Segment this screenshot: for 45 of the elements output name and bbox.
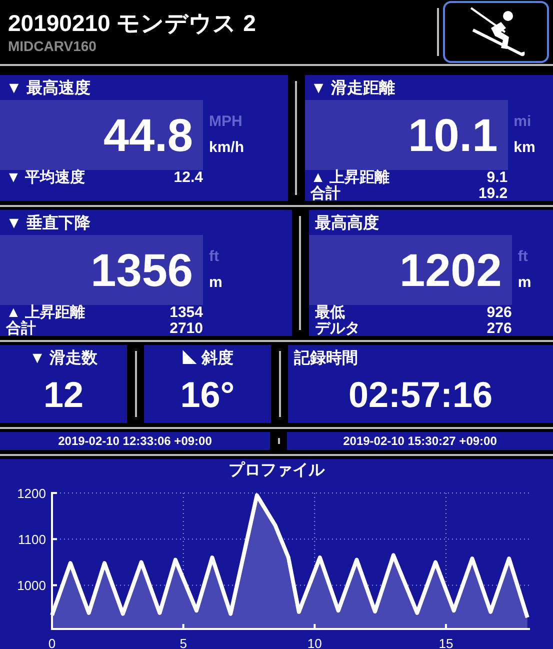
metric-value: 44.8 bbox=[0, 100, 203, 170]
y-tick-label: 1100 bbox=[18, 532, 46, 548]
unit-label[interactable]: km/h bbox=[209, 137, 244, 160]
stat-value: 02:57:16 bbox=[348, 374, 493, 415]
sub-label: 合計 bbox=[310, 186, 341, 201]
sub-value: 1354 bbox=[170, 305, 203, 320]
unit-label[interactable]: km bbox=[514, 137, 536, 160]
stat-value: 12 bbox=[43, 374, 84, 415]
sub-value: 9.1 bbox=[486, 170, 508, 186]
metric-label: ▼ 滑走距離 bbox=[310, 80, 395, 97]
metric-label: ▼ 最高速度 bbox=[6, 80, 90, 97]
metric-label: ▼ 垂直下降 bbox=[6, 215, 90, 232]
ski-mode-button[interactable] bbox=[443, 1, 549, 63]
x-tick-label: 0 bbox=[48, 636, 56, 649]
timestamp: 2019-02-10 12:33:06 +09:00 bbox=[58, 434, 212, 448]
sub-label: 合計 bbox=[6, 320, 36, 336]
x-tick-label: 15 bbox=[438, 636, 454, 649]
sub-label: ▲ 上昇距離 bbox=[310, 170, 390, 186]
metric-value: 1202 bbox=[308, 235, 512, 305]
stat-label: ◣ 斜度 bbox=[181, 350, 234, 367]
timestamp: 2019-02-10 15:30:27 +09:00 bbox=[343, 434, 497, 448]
sub-label: ▼ 平均速度 bbox=[6, 170, 86, 186]
metric-label: 最高高度 bbox=[314, 215, 379, 232]
stat-value: 16° bbox=[180, 374, 235, 415]
device-name: MIDCARV160 bbox=[8, 37, 98, 56]
sub-value: 19.2 bbox=[478, 186, 508, 201]
sub-value: 12.4 bbox=[174, 170, 203, 186]
stat-label: 記録時間 bbox=[294, 350, 358, 367]
metric-value: 10.1 bbox=[304, 100, 508, 170]
sub-label: デルタ bbox=[314, 320, 360, 336]
unit-label[interactable]: m bbox=[209, 272, 222, 294]
sub-label: 最低 bbox=[314, 305, 345, 320]
stat-label: ▼ 滑走数 bbox=[29, 350, 98, 367]
y-tick-label: 1000 bbox=[17, 578, 46, 594]
session-title: 20190210 モンデウス 2 bbox=[8, 10, 257, 36]
sub-value: 2710 bbox=[170, 320, 203, 336]
chart-title: プロファイル bbox=[228, 462, 324, 479]
metric-value: 1356 bbox=[0, 235, 203, 305]
sub-label: ▲ 上昇距離 bbox=[6, 305, 86, 320]
x-tick-label: 5 bbox=[180, 636, 187, 649]
sub-value: 926 bbox=[486, 305, 512, 320]
y-tick-label: 1200 bbox=[17, 486, 46, 501]
sub-value: 276 bbox=[486, 320, 512, 336]
x-tick-label: 10 bbox=[307, 636, 322, 649]
unit-label[interactable]: m bbox=[518, 272, 532, 294]
